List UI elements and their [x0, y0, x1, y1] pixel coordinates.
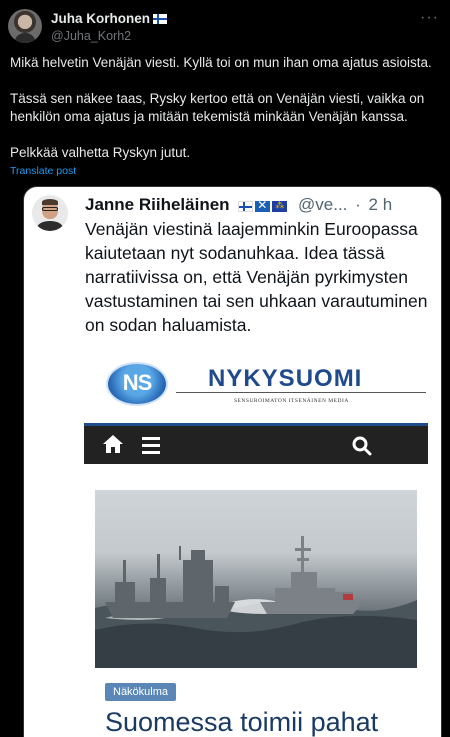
quoted-post-header: Janne Riiheläinen @ve... · 2 h [85, 195, 392, 217]
nykysuomi-logo: NS [106, 362, 168, 406]
flags [238, 197, 289, 217]
site-navbar [84, 423, 428, 464]
site-brand-name: NYKYSUOMI [208, 365, 363, 392]
quoted-post-text: Venäjän viestinä laajemminkin Euroopassa… [85, 219, 428, 335]
category-tag: Näkökulma [105, 683, 177, 701]
author-handle[interactable]: @Juha_Korh2 [51, 29, 131, 43]
scotland-flag-icon [255, 198, 271, 212]
more-horizontal-icon[interactable]: ··· [420, 10, 438, 30]
post-paragraph: Pelkkää valhetta Ryskyn jutut. [10, 145, 191, 160]
quoted-author-handle[interactable]: @ve... [298, 195, 347, 214]
translate-post-link[interactable]: Translate post [10, 165, 76, 177]
post-paragraph: Mikä helvetin Venäjän viesti. Kyllä toi … [10, 55, 432, 70]
post-body: Mikä helvetin Venäjän viesti. Kyllä toi … [10, 54, 440, 162]
finland-flag-icon [238, 201, 254, 212]
finland-flag-icon [153, 14, 168, 24]
article-screenshot-image[interactable]: NS NYKYSUOMI SENSUROIMATON ITSENÄINEN ME… [84, 362, 428, 737]
post-header: Juha Korhonen @Juha_Korh2 ··· [8, 6, 442, 46]
quoted-avatar[interactable] [32, 195, 68, 231]
avatar[interactable] [8, 9, 42, 43]
search-icon [352, 436, 372, 456]
author-name[interactable]: Juha Korhonen [51, 11, 168, 26]
home-icon [103, 435, 123, 453]
separator: · [355, 195, 361, 214]
site-tagline: SENSUROIMATON ITSENÄINEN MEDIA [234, 398, 349, 404]
divider [176, 392, 426, 393]
eu-flag-icon [272, 200, 288, 212]
ships-at-sea-illustration [95, 536, 417, 668]
post-timestamp[interactable]: 2 h [369, 195, 393, 214]
quoted-author-name[interactable]: Janne Riiheläinen [85, 195, 230, 214]
post-paragraph: Tässä sen näkee taas, Rysky kertoo että … [10, 91, 425, 124]
menu-icon [142, 437, 160, 454]
article-photo-ships [95, 490, 417, 668]
article-headline: Suomessa toimii pahat [105, 707, 379, 737]
